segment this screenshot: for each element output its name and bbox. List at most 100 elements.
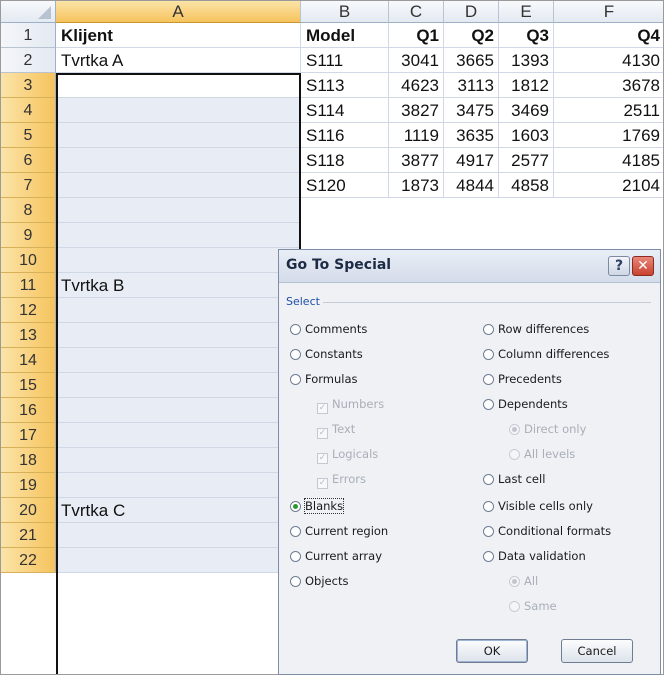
column-header-f[interactable]: F (554, 1, 663, 23)
cell-d6[interactable]: 4917 (444, 148, 499, 173)
option-current-array[interactable]: Current array (290, 547, 382, 565)
row-header-8[interactable]: 8 (1, 198, 56, 223)
cell-a17[interactable] (56, 423, 301, 448)
row-header-20[interactable]: 20 (1, 498, 56, 523)
cell-b7[interactable]: S120 (301, 173, 389, 198)
cell-d5[interactable]: 3635 (444, 123, 499, 148)
option-last-cell[interactable]: Last cell (483, 470, 545, 488)
option-validation-all[interactable]: All (509, 572, 538, 590)
cell-c1[interactable]: Q1 (389, 23, 444, 48)
check-logicals[interactable]: ✓ Logicals (317, 445, 378, 464)
cell-a22[interactable] (56, 548, 301, 573)
option-data-validation[interactable]: Data validation (483, 547, 586, 565)
cell-a21[interactable] (56, 523, 301, 548)
cell-b4[interactable]: S114 (301, 98, 389, 123)
option-row-differences[interactable]: Row differences (483, 320, 589, 338)
row-header-1[interactable]: 1 (1, 23, 56, 48)
cell-f4[interactable]: 2511 (554, 98, 663, 123)
cell-a9[interactable] (56, 223, 301, 248)
cell-e2[interactable]: 1393 (499, 48, 554, 73)
option-direct-only[interactable]: Direct only (509, 420, 586, 438)
row-header-14[interactable]: 14 (1, 348, 56, 373)
cell-d7[interactable]: 4844 (444, 173, 499, 198)
cell-e4[interactable]: 3469 (499, 98, 554, 123)
cell-f1[interactable]: Q4 (554, 23, 663, 48)
option-current-region[interactable]: Current region (290, 522, 388, 540)
cell-f2[interactable]: 4130 (554, 48, 663, 73)
row-header-4[interactable]: 4 (1, 98, 56, 123)
option-validation-same[interactable]: Same (509, 597, 557, 615)
cell-e6[interactable]: 2577 (499, 148, 554, 173)
option-visible-cells-only[interactable]: Visible cells only (483, 497, 593, 515)
option-constants[interactable]: Constants (290, 345, 363, 363)
cell-b5[interactable]: S116 (301, 123, 389, 148)
cell-c5[interactable]: 1119 (389, 123, 444, 148)
cell-b2[interactable]: S111 (301, 48, 389, 73)
cell-c6[interactable]: 3877 (389, 148, 444, 173)
cell-a15[interactable] (56, 373, 301, 398)
cell-a19[interactable] (56, 473, 301, 498)
row-header-22[interactable]: 22 (1, 548, 56, 573)
cell-e5[interactable]: 1603 (499, 123, 554, 148)
option-objects[interactable]: Objects (290, 572, 348, 590)
row-header-9[interactable]: 9 (1, 223, 56, 248)
row-header-12[interactable]: 12 (1, 298, 56, 323)
option-formulas[interactable]: Formulas (290, 370, 358, 388)
option-dependents[interactable]: Dependents (483, 395, 568, 413)
row-header-18[interactable]: 18 (1, 448, 56, 473)
cell-a1[interactable]: Klijent (56, 23, 301, 48)
cell-a13[interactable] (56, 323, 301, 348)
cell-d4[interactable]: 3475 (444, 98, 499, 123)
column-header-b[interactable]: B (301, 1, 389, 23)
check-numbers[interactable]: ✓ Numbers (317, 395, 384, 414)
row-header-2[interactable]: 2 (1, 48, 56, 73)
row-header-10[interactable]: 10 (1, 248, 56, 273)
cell-a8[interactable] (56, 198, 301, 223)
cell-a5[interactable] (56, 123, 301, 148)
cell-e7[interactable]: 4858 (499, 173, 554, 198)
select-all-corner[interactable] (1, 1, 56, 23)
column-header-d[interactable]: D (444, 1, 499, 23)
check-text[interactable]: ✓ Text (317, 420, 355, 439)
close-icon[interactable]: ✕ (632, 256, 654, 276)
option-precedents[interactable]: Precedents (483, 370, 562, 388)
option-blanks[interactable]: Blanks (290, 497, 345, 515)
cell-c4[interactable]: 3827 (389, 98, 444, 123)
cell-a4[interactable] (56, 98, 301, 123)
cell-f3[interactable]: 3678 (554, 73, 663, 98)
column-header-a[interactable]: A (56, 1, 301, 23)
cell-a14[interactable] (56, 348, 301, 373)
row-header-7[interactable]: 7 (1, 173, 56, 198)
check-errors[interactable]: ✓ Errors (317, 470, 366, 489)
cell-f5[interactable]: 1769 (554, 123, 663, 148)
cell-c2[interactable]: 3041 (389, 48, 444, 73)
cell-e1[interactable]: Q3 (499, 23, 554, 48)
row-header-6[interactable]: 6 (1, 148, 56, 173)
cell-d3[interactable]: 3113 (444, 73, 499, 98)
option-all-levels[interactable]: All levels (509, 445, 575, 463)
cell-b6[interactable]: S118 (301, 148, 389, 173)
cell-f7[interactable]: 2104 (554, 173, 663, 198)
cell-a11[interactable]: Tvrtka B (56, 273, 301, 298)
cell-a18[interactable] (56, 448, 301, 473)
cancel-button[interactable]: Cancel (561, 639, 633, 663)
cell-c3[interactable]: 4623 (389, 73, 444, 98)
row-header-5[interactable]: 5 (1, 123, 56, 148)
cell-e3[interactable]: 1812 (499, 73, 554, 98)
help-icon[interactable]: ? (608, 256, 630, 276)
cell-a3-active[interactable] (56, 73, 301, 98)
cell-a2[interactable]: Tvrtka A (56, 48, 301, 73)
column-header-c[interactable]: C (389, 1, 444, 23)
option-conditional-formats[interactable]: Conditional formats (483, 522, 611, 540)
cell-a20[interactable]: Tvrtka C (56, 498, 301, 523)
row-header-11[interactable]: 11 (1, 273, 56, 298)
cell-a6[interactable] (56, 148, 301, 173)
option-comments[interactable]: Comments (290, 320, 367, 338)
ok-button[interactable]: OK (456, 639, 528, 663)
cell-b3[interactable]: S113 (301, 73, 389, 98)
row-header-19[interactable]: 19 (1, 473, 56, 498)
column-header-e[interactable]: E (499, 1, 554, 23)
cell-b1[interactable]: Model (301, 23, 389, 48)
row-header-21[interactable]: 21 (1, 523, 56, 548)
row-header-17[interactable]: 17 (1, 423, 56, 448)
